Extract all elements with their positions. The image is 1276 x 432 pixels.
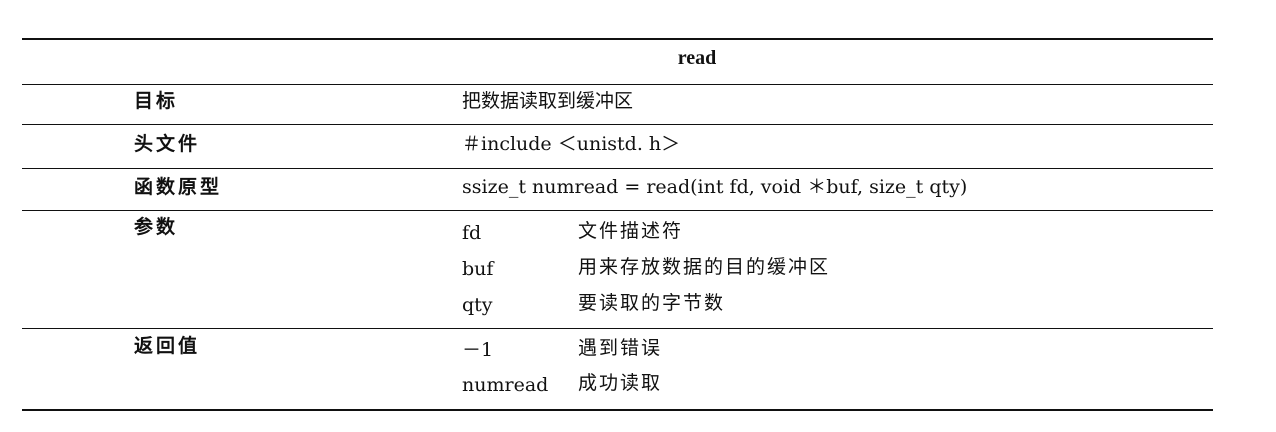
- return-value-label: 返回值: [134, 335, 201, 357]
- param-name: qty: [462, 294, 493, 316]
- row-divider: [22, 328, 1213, 329]
- table-title: read: [677, 47, 717, 69]
- goal-value: 把数据读取到缓冲区: [462, 90, 634, 112]
- param-desc: 文件描述符: [578, 220, 684, 242]
- param-desc: 用来存放数据的目的缓冲区: [578, 256, 831, 278]
- header-file-value: ＃include ＜unistd. h＞: [462, 133, 681, 155]
- table-top-rule: [22, 38, 1213, 40]
- row-divider: [22, 210, 1213, 211]
- title-divider: [22, 84, 1213, 85]
- return-name: －1: [462, 339, 494, 361]
- row-divider: [22, 124, 1213, 125]
- prototype-value: ssize_t numread = read(int fd, void ＊buf…: [462, 176, 968, 198]
- param-desc: 要读取的字节数: [578, 292, 726, 314]
- param-name: buf: [462, 258, 494, 280]
- header-file-label: 头文件: [134, 133, 201, 155]
- return-desc: 遇到错误: [578, 337, 663, 359]
- goal-label: 目标: [134, 90, 179, 112]
- prototype-label: 函数原型: [134, 176, 223, 198]
- return-desc: 成功读取: [578, 372, 663, 394]
- table-bottom-rule: [22, 409, 1213, 411]
- return-name: numread: [462, 374, 549, 396]
- row-divider: [22, 168, 1213, 169]
- param-name: fd: [462, 222, 482, 244]
- params-label: 参数: [134, 216, 179, 238]
